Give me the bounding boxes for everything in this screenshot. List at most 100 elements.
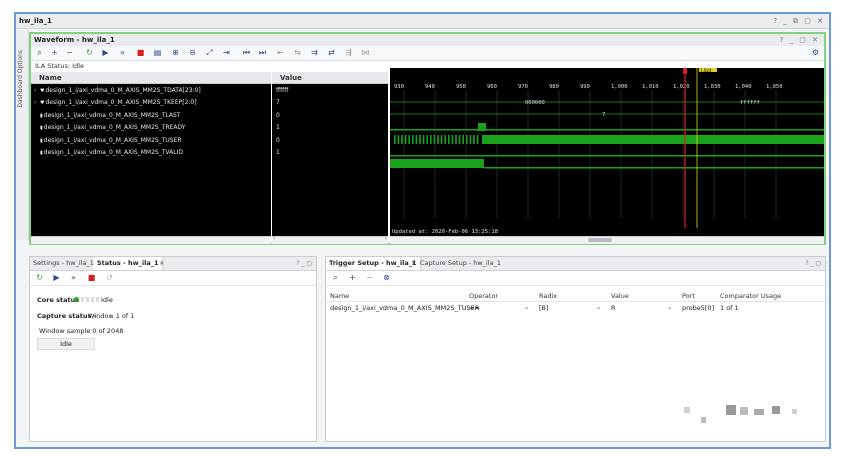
swap-cursors-icon[interactable]: ⇄ bbox=[326, 47, 337, 58]
next-marker-icon[interactable]: ⇉ bbox=[309, 47, 320, 58]
remove-icon[interactable]: − bbox=[364, 272, 375, 283]
bus-value-label: ffffff bbox=[740, 100, 760, 106]
values-scrollbar[interactable]: ‹ › bbox=[272, 235, 388, 244]
tab-capture-setup[interactable]: Capture Setup - hw_ila_1 bbox=[417, 257, 504, 270]
prev-marker-icon[interactable]: ⇆ bbox=[292, 47, 303, 58]
waveform-controls[interactable]: ? _ ▢ ✕ bbox=[780, 34, 820, 46]
add-icon[interactable]: + bbox=[49, 47, 60, 58]
tready-pulse bbox=[476, 135, 479, 144]
chevron-down-icon[interactable]: ⌄ bbox=[667, 303, 672, 311]
waveform-scroll-thumb[interactable] bbox=[588, 238, 612, 242]
tready-pulse bbox=[415, 135, 418, 144]
settings-gear-icon[interactable]: ⚙ bbox=[810, 47, 821, 58]
waveform-toolbar: ⌕ + − ↻ ▶ » ■ ▤ ⊕ ⊖ ⤢ ⇥ ⏮ ⏭ ⇤ ⇆ ⇉ ⇄ ⇶ ⋈ … bbox=[31, 46, 824, 61]
time-tick-label: 1,050 bbox=[766, 84, 783, 90]
export-icon[interactable]: ▤ bbox=[152, 47, 163, 58]
run-immediate-icon[interactable]: » bbox=[68, 272, 79, 283]
watermark-blur bbox=[754, 409, 764, 415]
signal-row[interactable]: ▮design_1_i/axi_vdma_0_M_AXIS_MM2S_TREAD… bbox=[31, 122, 185, 134]
dashboard-options-tab[interactable]: Dashboard Options bbox=[16, 30, 29, 240]
stop-icon[interactable]: ■ bbox=[135, 47, 146, 58]
remove-icon[interactable]: − bbox=[64, 47, 75, 58]
run-immediate-icon[interactable]: » bbox=[117, 47, 128, 58]
tab-status[interactable]: Status - hw_ila_1 bbox=[94, 257, 163, 270]
signal-row[interactable]: ▮design_1_i/axi_vdma_0_M_AXIS_MM2S_TUSER bbox=[31, 135, 182, 147]
search-icon[interactable]: ⌕ bbox=[330, 272, 341, 283]
bus-signal-icon: ♥ bbox=[40, 88, 45, 94]
go-to-cursor-icon[interactable]: ⇥ bbox=[221, 47, 232, 58]
signal-names-pane: Name › ♥design_1_i/axi_vdma_0_M_AXIS_MM2S… bbox=[31, 72, 271, 236]
ila-status: ILA Status: Idle bbox=[35, 62, 85, 70]
operator-select[interactable]: == bbox=[469, 304, 480, 312]
auto-trigger-icon[interactable]: ↻ bbox=[84, 47, 95, 58]
search-icon[interactable]: ⌕ bbox=[34, 47, 45, 58]
run-trigger-icon[interactable]: ▶ bbox=[51, 272, 62, 283]
signal-name: design_1_i/axi_vdma_0_M_AXIS_MM2S_TDATA[… bbox=[45, 87, 201, 94]
bus-signal-icon: ♥ bbox=[40, 100, 45, 107]
names-scrollbar[interactable] bbox=[31, 236, 271, 244]
tready-pulse bbox=[448, 135, 450, 144]
col-name: Name bbox=[330, 292, 350, 300]
trigger-condition-icon[interactable]: ⊗ bbox=[381, 272, 392, 283]
value-column-header: Value bbox=[272, 72, 388, 84]
signal-row[interactable]: › ♥design_1_i/axi_vdma_0_M_AXIS_MM2S_TDAT… bbox=[31, 85, 201, 97]
close-icon[interactable]: × bbox=[156, 257, 167, 270]
window-controls[interactable]: ? _ ⧉ ▢ ✕ bbox=[773, 14, 825, 28]
idle-status-box: Idle bbox=[37, 338, 95, 350]
time-tick-label: 990 bbox=[580, 84, 590, 90]
value-select[interactable]: R bbox=[611, 304, 616, 312]
waveform-display[interactable]: 930 940 950 960 970 980 990 1,000 1,010 1,020 1,03… bbox=[390, 68, 824, 236]
trigger-probe-name: design_1_i/axi_vdma_0_M_AXIS_MM2S_TUSER bbox=[330, 304, 480, 312]
tready-pulse bbox=[426, 135, 428, 144]
zoom-fit-icon[interactable]: ⤢ bbox=[204, 47, 215, 58]
tab-trigger-setup[interactable]: Trigger Setup - hw_ila_1 bbox=[326, 257, 421, 270]
trigger-toolbar: ⌕ + − ⊗ bbox=[326, 271, 825, 286]
signal-row[interactable]: ▮design_1_i/axi_vdma_0_M_AXIS_MM2S_TVALI… bbox=[31, 147, 183, 159]
zoom-in-icon[interactable]: ⊕ bbox=[170, 47, 181, 58]
signal-value: 1 bbox=[276, 149, 280, 156]
time-tick-label: 940 bbox=[425, 84, 435, 90]
time-tick-label: 1,030 bbox=[704, 84, 721, 90]
bus-value-label: 000000 bbox=[525, 100, 545, 106]
auto-trigger-icon[interactable]: ↻ bbox=[34, 272, 45, 283]
tready-pulse bbox=[394, 135, 396, 144]
snap-icon[interactable]: ⇶ bbox=[343, 47, 354, 58]
settings-tabbar: Settings - hw_ila_1 Status - hw_ila_1 × … bbox=[30, 257, 316, 271]
name-column-header: Name bbox=[31, 72, 271, 84]
panel-controls[interactable]: ? _ ▢ bbox=[805, 257, 821, 270]
waveform-canvas[interactable]: 930 940 950 960 970 980 990 1,000 1,010 1,020 1,03… bbox=[390, 68, 824, 236]
bit-signal-icon: ▮ bbox=[40, 112, 43, 119]
tlast-wave bbox=[390, 129, 824, 131]
next-transition-icon[interactable]: ⏭ bbox=[257, 47, 268, 58]
time-tick-label: 950 bbox=[456, 84, 466, 90]
tab-settings[interactable]: Settings - hw_ila_1 bbox=[30, 257, 97, 270]
tready-pulse bbox=[455, 135, 457, 144]
stop-icon[interactable]: ■ bbox=[86, 272, 97, 283]
signal-value: 0 bbox=[276, 136, 280, 144]
signal-name: design_1_i/axi_vdma_0_M_AXIS_MM2S_TREADY bbox=[43, 124, 186, 132]
signal-values-pane: Value ffffff 7 0 1 0 1 bbox=[272, 72, 388, 236]
add-icon[interactable]: + bbox=[347, 272, 358, 283]
add-marker-icon[interactable]: ⇤ bbox=[275, 47, 286, 58]
waveform-hscrollbar[interactable] bbox=[390, 236, 824, 244]
panel-controls[interactable]: ? _ ▢ bbox=[296, 257, 312, 270]
waveform-panel: Waveform - hw_ila_1 ? _ ▢ ✕ ⌕ + − ↻ ▶ » … bbox=[29, 32, 826, 245]
time-tick-label: 1,010 bbox=[642, 84, 659, 90]
run-trigger-icon[interactable]: ▶ bbox=[100, 47, 111, 58]
tready-pulse bbox=[451, 135, 454, 144]
scroll-left-icon[interactable]: ‹ bbox=[273, 235, 275, 242]
radix-select[interactable]: [B] bbox=[539, 304, 549, 312]
scroll-right-icon[interactable]: › bbox=[385, 235, 387, 242]
core-status-led-icon bbox=[74, 297, 79, 302]
trigger-row[interactable]: design_1_i/axi_vdma_0_M_AXIS_MM2S_TUSER … bbox=[326, 302, 825, 314]
previous-transition-icon[interactable]: ⏮ bbox=[241, 47, 252, 58]
watermark-blur bbox=[684, 407, 690, 413]
chevron-down-icon[interactable]: ⌄ bbox=[596, 303, 601, 311]
signal-row[interactable]: ▮design_1_i/axi_vdma_0_M_AXIS_MM2S_TLAST bbox=[31, 110, 180, 122]
refresh-icon[interactable]: ↺ bbox=[104, 272, 115, 283]
tready-pulse bbox=[419, 135, 421, 144]
signal-row[interactable]: › ♥design_1_i/axi_vdma_0_M_AXIS_MM2S_TKEE… bbox=[31, 97, 197, 109]
chevron-down-icon[interactable]: ⌄ bbox=[524, 303, 529, 311]
zoom-out-icon[interactable]: ⊖ bbox=[187, 47, 198, 58]
float-ruler-icon[interactable]: ⋈ bbox=[360, 47, 371, 58]
